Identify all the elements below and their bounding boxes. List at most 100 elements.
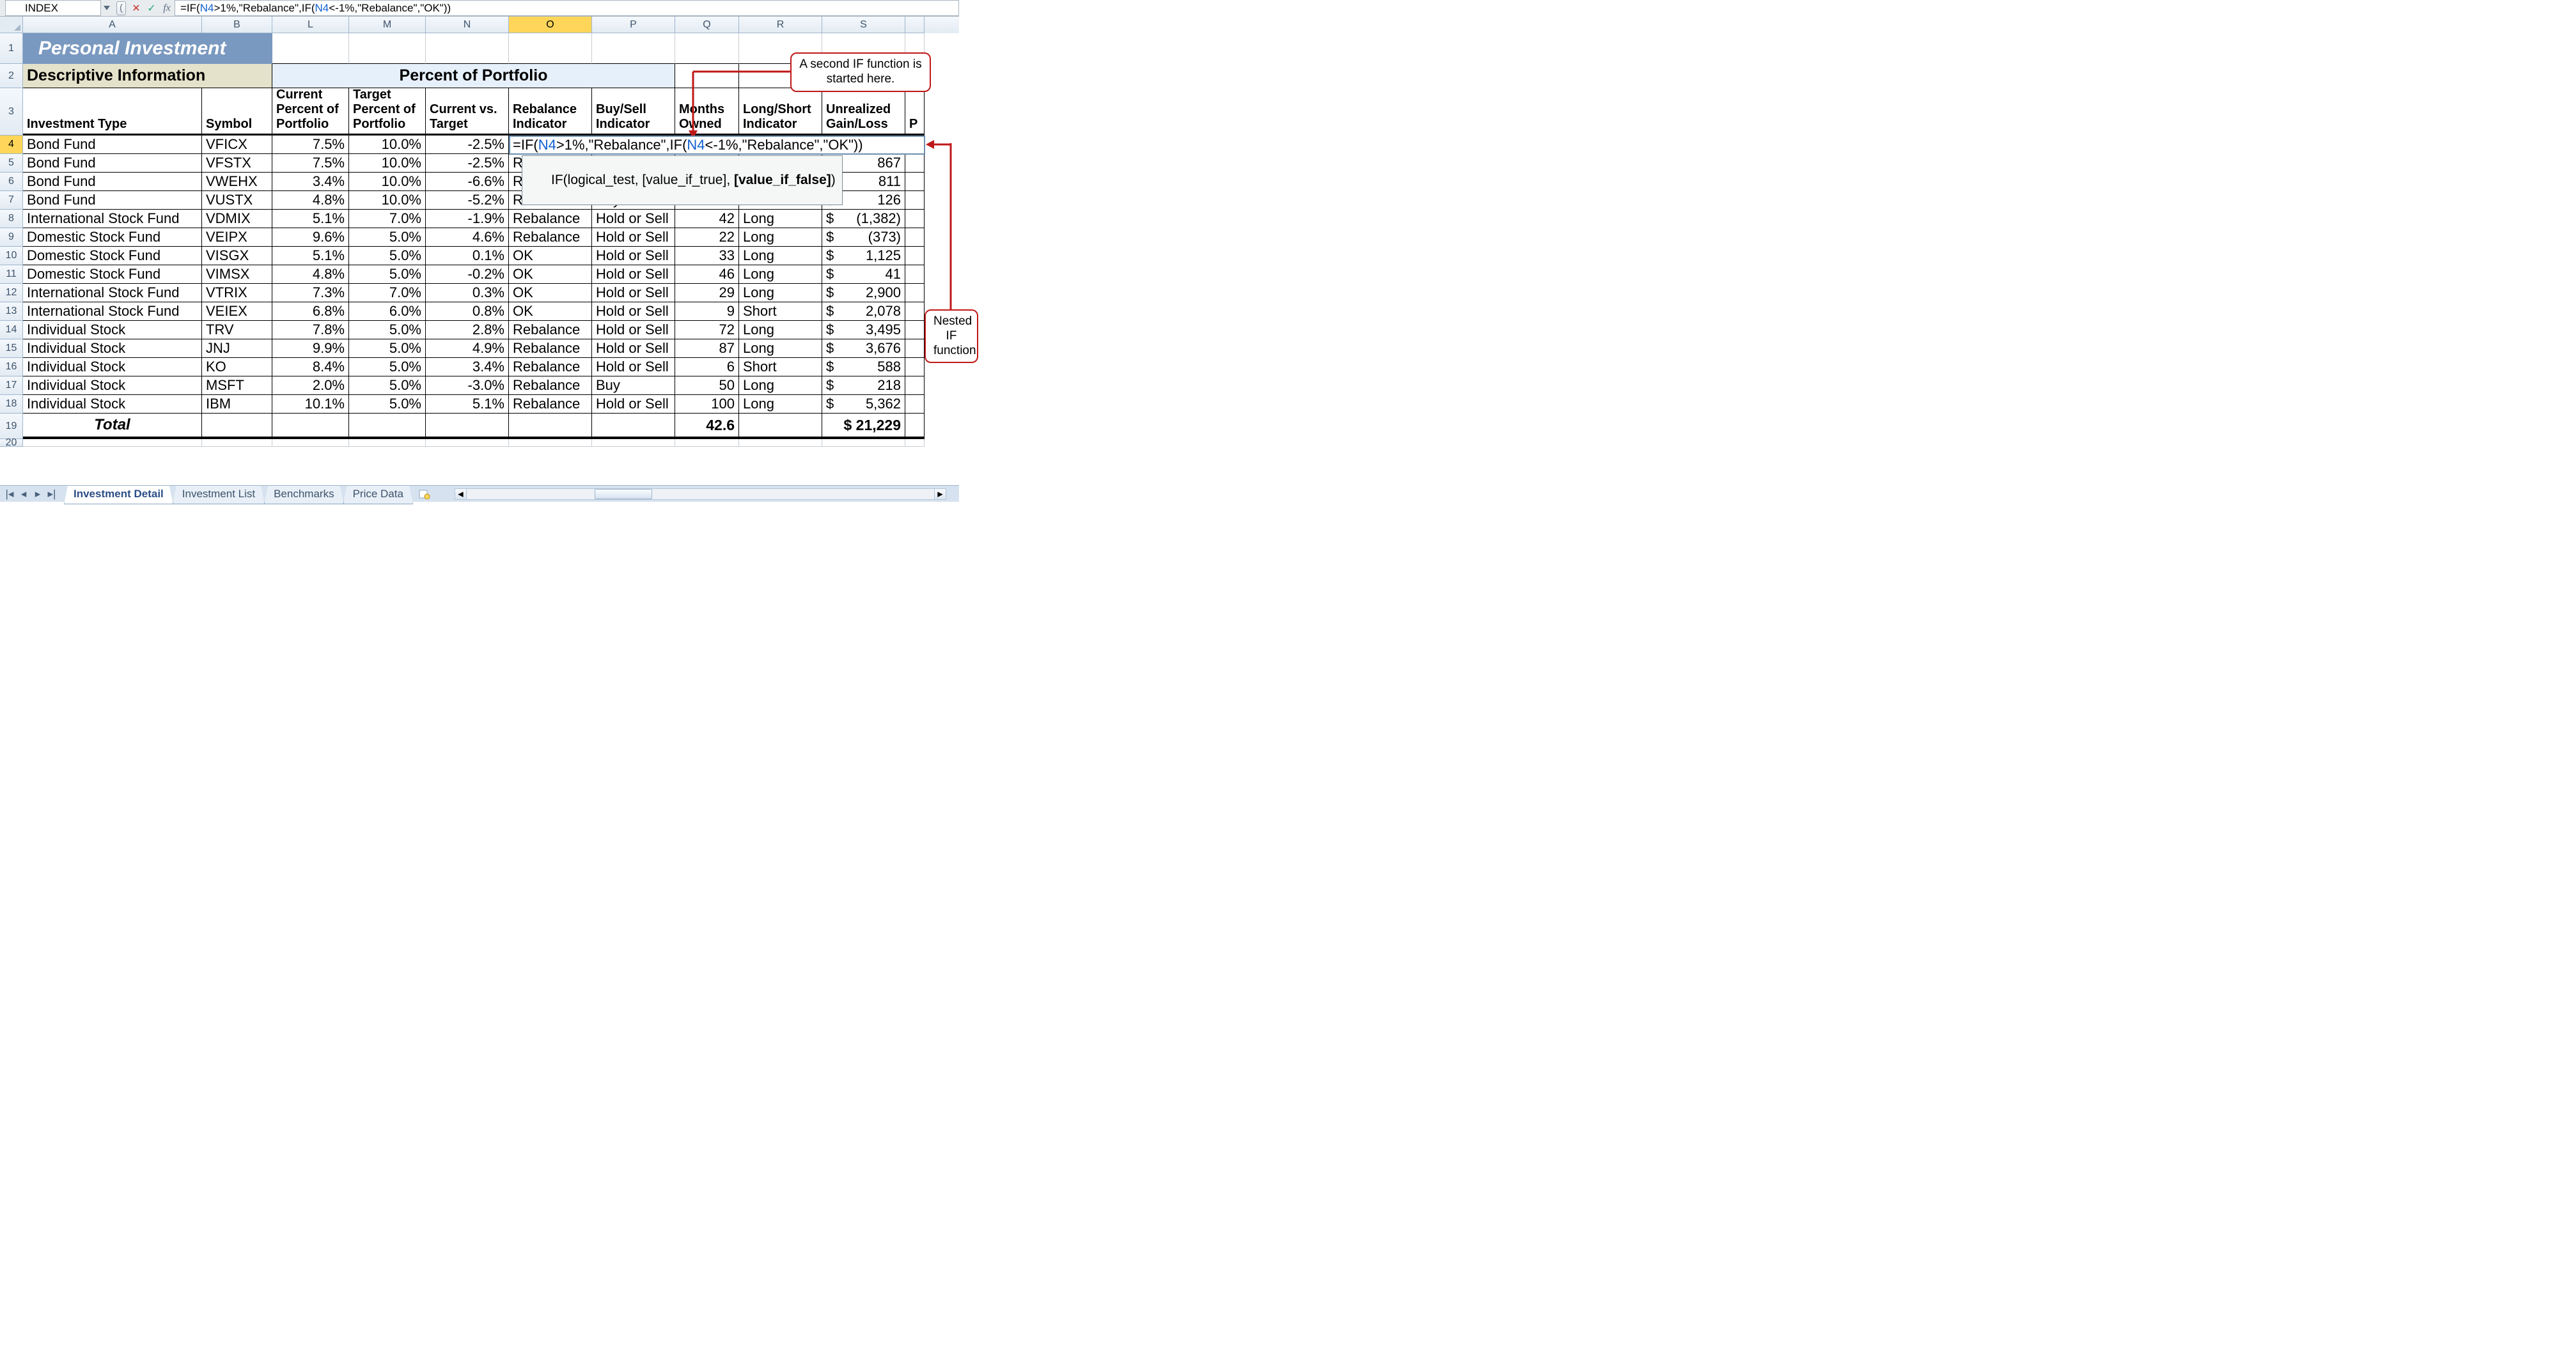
cell-current-pct[interactable]: 3.4% [272, 173, 349, 191]
cell-extra[interactable] [905, 173, 925, 191]
col-header-O[interactable]: O [509, 17, 592, 33]
cell-diff[interactable]: -5.2% [426, 191, 509, 210]
cell-diff[interactable]: 5.1% [426, 395, 509, 414]
cell-buy-sell[interactable]: Hold or Sell [592, 228, 675, 247]
cell-diff[interactable]: 2.8% [426, 321, 509, 339]
row-header-17[interactable]: 17 [0, 376, 23, 395]
cell-long-short[interactable]: Long [739, 247, 822, 265]
cell-diff[interactable]: 4.9% [426, 339, 509, 358]
cell-diff[interactable]: -3.0% [426, 376, 509, 395]
col-header-extra[interactable] [905, 17, 925, 33]
cell-symbol[interactable]: TRV [202, 321, 272, 339]
cell-S20[interactable] [822, 439, 905, 447]
cell-P20[interactable] [592, 439, 675, 447]
cell-long-short[interactable]: Long [739, 321, 822, 339]
row-header-4[interactable]: 4 [0, 136, 23, 154]
cell-symbol[interactable]: VFICX [202, 136, 272, 154]
cell-extra[interactable] [905, 265, 925, 284]
cancel-icon[interactable]: ✕ [129, 1, 144, 15]
total-P[interactable] [592, 414, 675, 439]
cell-target-pct[interactable]: 10.0% [349, 173, 426, 191]
cell-current-pct[interactable]: 5.1% [272, 210, 349, 228]
row-header-6[interactable]: 6 [0, 173, 23, 191]
sheet-tab[interactable]: Price Data [343, 486, 413, 504]
total-L[interactable] [272, 414, 349, 439]
cell-symbol[interactable]: KO [202, 358, 272, 376]
cell-M1[interactable] [349, 33, 426, 64]
cell-target-pct[interactable]: 7.0% [349, 210, 426, 228]
cell-unrealized[interactable]: $3,495 [822, 321, 905, 339]
col-header-M[interactable]: M [349, 17, 426, 33]
cell-target-pct[interactable]: 5.0% [349, 376, 426, 395]
fx-icon[interactable]: fx [159, 1, 175, 15]
cell-type[interactable]: Individual Stock [23, 358, 202, 376]
cell-B20[interactable] [202, 439, 272, 447]
cell-months[interactable]: 29 [675, 284, 739, 302]
total-B[interactable] [202, 414, 272, 439]
cell-type[interactable]: Domestic Stock Fund [23, 247, 202, 265]
cell-extra[interactable] [905, 376, 925, 395]
row-header-7[interactable]: 7 [0, 191, 23, 210]
cell-type[interactable]: Bond Fund [23, 154, 202, 173]
cell-type[interactable]: Bond Fund [23, 191, 202, 210]
name-box-dropdown[interactable] [101, 6, 113, 11]
row-header-5[interactable]: 5 [0, 154, 23, 173]
row-header-19[interactable]: 19 [0, 414, 23, 439]
row-header-14[interactable]: 14 [0, 321, 23, 339]
cell-buy-sell[interactable]: Hold or Sell [592, 395, 675, 414]
cell-current-pct[interactable]: 7.3% [272, 284, 349, 302]
col-header-A[interactable]: A [23, 17, 202, 33]
scroll-left-icon[interactable]: ◂ [455, 489, 467, 499]
cell-unrealized[interactable]: $41 [822, 265, 905, 284]
cell-diff[interactable]: 0.3% [426, 284, 509, 302]
cell-buy-sell[interactable]: Buy [592, 376, 675, 395]
cell-type[interactable]: Domestic Stock Fund [23, 265, 202, 284]
cell-A20[interactable] [23, 439, 202, 447]
cell-current-pct[interactable]: 9.9% [272, 339, 349, 358]
total-N[interactable] [426, 414, 509, 439]
cell-long-short[interactable]: Short [739, 358, 822, 376]
cell-Q1[interactable] [675, 33, 739, 64]
cell-months[interactable]: 42 [675, 210, 739, 228]
cell-months[interactable]: 22 [675, 228, 739, 247]
cell-current-pct[interactable]: 8.4% [272, 358, 349, 376]
cell-type[interactable]: Individual Stock [23, 339, 202, 358]
cell-months[interactable]: 87 [675, 339, 739, 358]
cell-extra[interactable] [905, 247, 925, 265]
cell-diff[interactable]: 3.4% [426, 358, 509, 376]
horizontal-scrollbar[interactable]: ◂ ▸ [455, 488, 946, 500]
cell-buy-sell[interactable]: Hold or Sell [592, 358, 675, 376]
cell-O20[interactable] [509, 439, 592, 447]
formula-input[interactable]: =IF(N4>1%,"Rebalance",IF(N4<-1%,"Rebalan… [175, 0, 959, 16]
cell-rebalance[interactable]: OK [509, 284, 592, 302]
name-box[interactable]: INDEX [5, 0, 101, 16]
cell-P1[interactable] [592, 33, 675, 64]
sheet-tab[interactable]: Benchmarks [264, 486, 343, 504]
cell-symbol[interactable]: VDMIX [202, 210, 272, 228]
cell-type[interactable]: Individual Stock [23, 395, 202, 414]
cell-target-pct[interactable]: 5.0% [349, 265, 426, 284]
cell-current-pct[interactable]: 2.0% [272, 376, 349, 395]
cell-current-pct[interactable]: 4.8% [272, 191, 349, 210]
cell-unrealized[interactable]: $1,125 [822, 247, 905, 265]
cell-type[interactable]: International Stock Fund [23, 302, 202, 321]
sheet-tab[interactable]: Investment Detail [64, 486, 173, 504]
cell-type[interactable]: International Stock Fund [23, 210, 202, 228]
tab-nav-prev-icon[interactable]: ◂ [17, 488, 31, 500]
cell-rebalance[interactable]: Rebalance [509, 395, 592, 414]
cell-type[interactable]: Bond Fund [23, 173, 202, 191]
cell-diff[interactable]: -6.6% [426, 173, 509, 191]
cell-current-pct[interactable]: 7.8% [272, 321, 349, 339]
cell-extra[interactable] [905, 228, 925, 247]
cell-long-short[interactable]: Long [739, 284, 822, 302]
cell-current-pct[interactable]: 7.5% [272, 136, 349, 154]
cell-current-pct[interactable]: 9.6% [272, 228, 349, 247]
cell-symbol[interactable]: MSFT [202, 376, 272, 395]
cell-extra[interactable] [905, 191, 925, 210]
row-header-10[interactable]: 10 [0, 247, 23, 265]
cell-target-pct[interactable]: 10.0% [349, 154, 426, 173]
row-header-15[interactable]: 15 [0, 339, 23, 358]
cell-rebalance[interactable]: Rebalance [509, 321, 592, 339]
cell-type[interactable]: Bond Fund [23, 136, 202, 154]
cell-L20[interactable] [272, 439, 349, 447]
